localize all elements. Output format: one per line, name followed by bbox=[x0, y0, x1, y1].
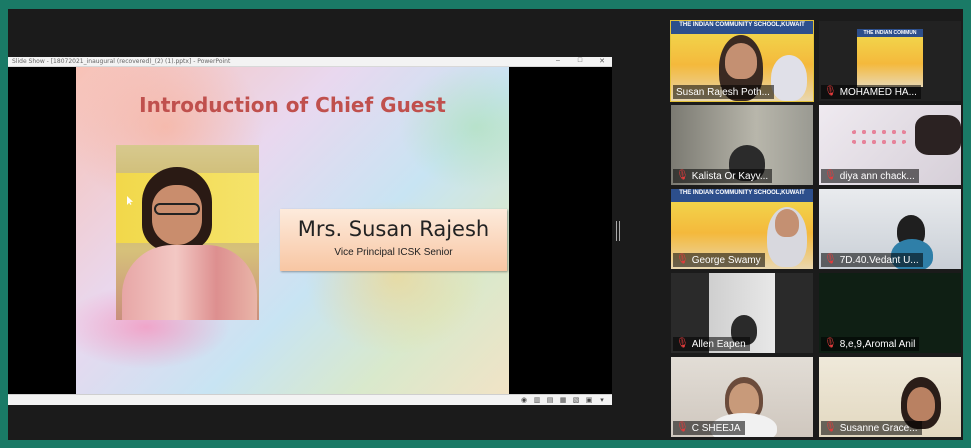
participant-name: diya ann chack... bbox=[839, 170, 915, 182]
participant-nameplate: 🎙 Kalista Or Kayv... bbox=[673, 169, 773, 183]
participant-tile[interactable]: 🎙 Susanne Grace... bbox=[819, 357, 961, 437]
participant-tile[interactable]: 🎙 7D.40.Vedant U... bbox=[819, 189, 961, 269]
participant-name: 7D.40.Vedant U... bbox=[839, 254, 919, 266]
participant-tile[interactable]: 🎙 8,e,9,Aromal Anil bbox=[819, 273, 961, 353]
participant-nameplate: 🎙 8,e,9,Aromal Anil bbox=[821, 337, 920, 351]
participant-name: Allen Eapen bbox=[691, 338, 746, 350]
participant-nameplate: 🎙 C SHEEJA bbox=[673, 421, 745, 435]
mic-muted-icon: 🎙 bbox=[676, 170, 689, 181]
window-controls: – □ ✕ bbox=[552, 57, 608, 65]
participant-nameplate: 🎙 7D.40.Vedant U... bbox=[821, 253, 923, 267]
mic-muted-icon: 🎙 bbox=[824, 170, 837, 181]
participant-nameplate: 🎙 George Swamy bbox=[673, 253, 765, 267]
participant-tile[interactable]: THE INDIAN COMMUN 🎙 MOHAMED HA... bbox=[819, 21, 961, 101]
splitter-handle[interactable] bbox=[616, 221, 620, 241]
guest-name: Mrs. Susan Rajesh bbox=[297, 217, 490, 241]
close-icon[interactable]: ✕ bbox=[596, 57, 608, 65]
mic-muted-icon: 🎙 bbox=[824, 338, 837, 349]
chief-guest-photo bbox=[116, 145, 259, 320]
participant-name: Kalista Or Kayv... bbox=[691, 170, 769, 182]
mic-muted-icon: 🎙 bbox=[676, 254, 689, 265]
poster-header: THE INDIAN COMMUN bbox=[863, 30, 917, 36]
maximize-icon[interactable]: □ bbox=[574, 57, 586, 65]
status-icon-5[interactable]: ▧ bbox=[572, 396, 580, 404]
participant-tile[interactable]: 🎙 C SHEEJA bbox=[671, 357, 813, 437]
participant-tile[interactable]: THE INDIAN COMMUNITY SCHOOL,KUWAIT 🎙 Geo… bbox=[671, 189, 813, 269]
participant-nameplate: 🎙 Susanne Grace... bbox=[821, 421, 922, 435]
poster-header: THE INDIAN COMMUNITY SCHOOL,KUWAIT bbox=[679, 22, 805, 28]
participant-nameplate: 🎙 Allen Eapen bbox=[673, 337, 750, 351]
status-icon-3[interactable]: ▤ bbox=[546, 396, 554, 404]
mic-muted-icon: 🎙 bbox=[676, 338, 689, 349]
participant-nameplate: Susan Rajesh Poth... bbox=[673, 85, 774, 99]
shared-screen[interactable]: Slide Show - [18072021_inaugural (recove… bbox=[8, 57, 612, 405]
participant-tile[interactable]: 🎙 Kalista Or Kayv... bbox=[671, 105, 813, 185]
window-titlebar: Slide Show - [18072021_inaugural (recove… bbox=[8, 57, 612, 67]
participant-nameplate: 🎙 MOHAMED HA... bbox=[821, 85, 921, 99]
status-icon-7[interactable]: ▾ bbox=[598, 396, 606, 404]
status-icon-1[interactable]: ◉ bbox=[520, 396, 528, 404]
guest-role: Vice Principal ICSK Senior bbox=[334, 247, 453, 258]
status-icon-2[interactable]: ▥ bbox=[533, 396, 541, 404]
presentation-slide: Introduction of Chief Guest Mrs. Susan R… bbox=[76, 67, 509, 394]
participant-tile[interactable]: 🎙 Allen Eapen bbox=[671, 273, 813, 353]
participant-name: George Swamy bbox=[691, 254, 761, 266]
window-title: Slide Show - [18072021_inaugural (recove… bbox=[12, 58, 231, 65]
poster-header: THE INDIAN COMMUNITY SCHOOL,KUWAIT bbox=[679, 190, 805, 196]
mic-muted-icon: 🎙 bbox=[676, 422, 689, 433]
participant-name: Susanne Grace... bbox=[839, 422, 918, 434]
slideshow-statusbar: ◉ ▥ ▤ ▦ ▧ ▣ ▾ bbox=[8, 394, 612, 405]
meeting-stage: Slide Show - [18072021_inaugural (recove… bbox=[8, 9, 963, 440]
status-icon-4[interactable]: ▦ bbox=[559, 396, 567, 404]
participant-tile[interactable]: THE INDIAN COMMUNITY SCHOOL,KUWAIT Susan… bbox=[670, 20, 814, 102]
mic-muted-icon: 🎙 bbox=[824, 86, 837, 97]
name-card: Mrs. Susan Rajesh Vice Principal ICSK Se… bbox=[280, 209, 507, 271]
status-icon-6[interactable]: ▣ bbox=[585, 396, 593, 404]
participant-name: C SHEEJA bbox=[691, 422, 741, 434]
participant-name: 8,e,9,Aromal Anil bbox=[839, 338, 916, 350]
participant-name: MOHAMED HA... bbox=[839, 86, 917, 98]
participant-name: Susan Rajesh Poth... bbox=[676, 86, 770, 98]
slide-title: Introduction of Chief Guest bbox=[139, 93, 446, 117]
mic-muted-icon: 🎙 bbox=[824, 422, 837, 433]
participant-tile[interactable]: 🎙 diya ann chack... bbox=[819, 105, 961, 185]
participant-nameplate: 🎙 diya ann chack... bbox=[821, 169, 919, 183]
minimize-icon[interactable]: – bbox=[552, 57, 564, 65]
mic-muted-icon: 🎙 bbox=[824, 254, 837, 265]
